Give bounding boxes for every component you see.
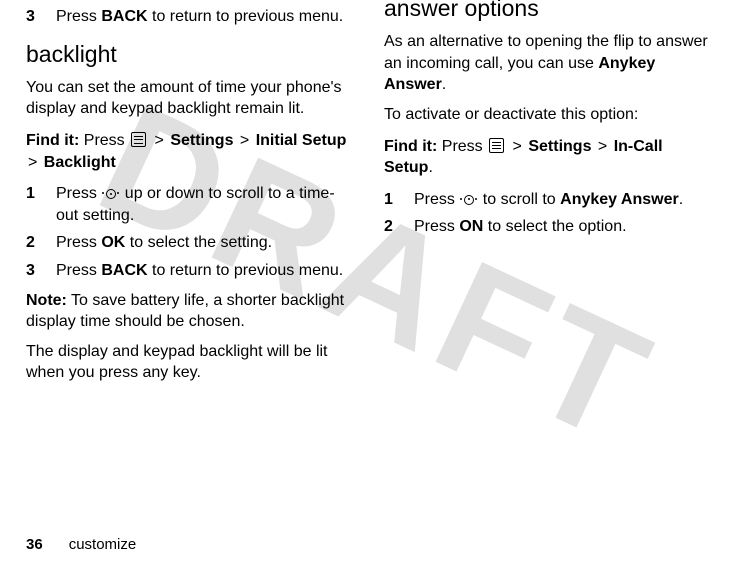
step-number: 2: [26, 232, 42, 254]
menu-path-backlight: Backlight: [44, 154, 116, 171]
menu-path-initial-setup: Initial Setup: [256, 132, 347, 149]
menu-key-icon: [489, 138, 504, 153]
step-item: 2 Press OK to select the setting.: [26, 232, 356, 254]
text: Press: [442, 138, 487, 155]
key-label-back: BACK: [101, 262, 147, 279]
gt-separator: >: [150, 132, 168, 149]
step-item: 1 Press up or down to scroll to a time-o…: [26, 183, 356, 226]
note-paragraph: Note: To save battery life, a shorter ba…: [26, 290, 356, 333]
menu-path-settings: Settings: [528, 138, 591, 155]
step-text: Press to scroll to Anykey Answer.: [414, 189, 714, 211]
text: Press: [56, 185, 101, 202]
step-text: Press OK to select the setting.: [56, 232, 356, 254]
text: Press: [56, 262, 101, 279]
step-item: 3 Press BACK to return to previous menu.: [26, 260, 356, 282]
step-text: Press ON to select the option.: [414, 216, 714, 238]
paragraph: You can set the amount of time your phon…: [26, 77, 356, 120]
text: Press: [56, 234, 101, 251]
paragraph: As an alternative to opening the flip to…: [384, 31, 714, 96]
key-label-on: ON: [459, 218, 483, 235]
step-text: Press up or down to scroll to a time-out…: [56, 183, 356, 226]
page-footer: 36 customize: [26, 536, 136, 553]
gt-separator: >: [28, 154, 42, 171]
text: to return to previous menu.: [148, 8, 344, 25]
page-number: 36: [26, 536, 43, 553]
find-it-label: Find it:: [384, 138, 442, 155]
text: to select the option.: [483, 218, 626, 235]
gt-separator: >: [235, 132, 253, 149]
navigation-key-icon: [102, 187, 119, 199]
paragraph: To activate or deactivate this option:: [384, 104, 714, 126]
key-label-back: BACK: [101, 8, 147, 25]
step-number: 1: [384, 189, 400, 211]
step-number: 1: [26, 183, 42, 226]
text: to scroll to: [478, 191, 560, 208]
heading-answer-options: answer options: [384, 0, 714, 21]
text: to select the setting.: [125, 234, 272, 251]
text: to return to previous menu.: [148, 262, 344, 279]
find-it-line: Find it: Press > Settings > Initial Setu…: [26, 130, 356, 173]
key-label-ok: OK: [101, 234, 125, 251]
text: Press: [56, 8, 101, 25]
gt-separator: >: [593, 138, 611, 155]
step-text: Press BACK to return to previous menu.: [56, 260, 356, 282]
left-column: 3 Press BACK to return to previous menu.…: [26, 0, 356, 392]
text: As an alternative to opening the flip to…: [384, 33, 708, 72]
navigation-key-icon: [460, 193, 477, 205]
heading-backlight: backlight: [26, 42, 356, 67]
paragraph: The display and keypad backlight will be…: [26, 341, 356, 384]
find-it-label: Find it:: [26, 132, 84, 149]
step-number: 3: [26, 260, 42, 282]
text: Press: [84, 132, 129, 149]
menu-path-settings: Settings: [170, 132, 233, 149]
step-item: 3 Press BACK to return to previous menu.: [26, 6, 356, 28]
menu-key-icon: [131, 132, 146, 147]
step-number: 2: [384, 216, 400, 238]
step-item: 2 Press ON to select the option.: [384, 216, 714, 238]
right-column: answer options As an alternative to open…: [384, 0, 714, 392]
content-columns: 3 Press BACK to return to previous menu.…: [26, 0, 727, 392]
text: .: [679, 191, 683, 208]
gt-separator: >: [508, 138, 526, 155]
step-item: 1 Press to scroll to Anykey Answer.: [384, 189, 714, 211]
text: .: [442, 76, 446, 93]
note-label: Note:: [26, 292, 67, 309]
feature-anykey-answer: Anykey Answer: [560, 191, 679, 208]
step-number: 3: [26, 6, 42, 28]
text: .: [428, 159, 432, 176]
text: Press: [414, 191, 459, 208]
footer-section-label: customize: [69, 536, 137, 553]
step-text: Press BACK to return to previous menu.: [56, 6, 356, 28]
text: To save battery life, a shorter backligh…: [26, 292, 344, 331]
text: Press: [414, 218, 459, 235]
find-it-line: Find it: Press > Settings > In-Call Setu…: [384, 136, 714, 179]
